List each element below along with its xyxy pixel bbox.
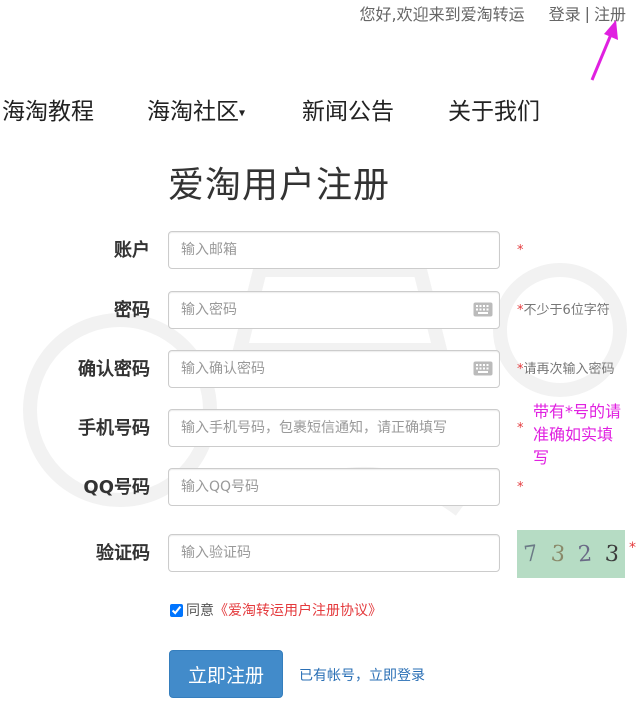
agreement: 同意 《爱淘转运用户注册协议》: [170, 600, 382, 620]
confirm-password-hint: *请再次输入密码: [517, 362, 615, 377]
password-hint: *不少于6位字符: [517, 303, 610, 318]
agree-label: 同意: [186, 603, 214, 619]
nav-item-news[interactable]: 新闻公告: [302, 92, 394, 126]
qq-input-box: [168, 468, 500, 506]
qq-label: QQ号码: [83, 477, 150, 498]
nav-item-community-label: 海淘社区: [147, 99, 239, 125]
login-link[interactable]: 已有帐号，立即登录: [299, 665, 425, 685]
password-row: 密码 *不少于6位字符: [0, 291, 640, 331]
register-button[interactable]: 立即注册: [169, 650, 283, 698]
confirm-password-field[interactable]: [169, 351, 499, 387]
account-input-box: [168, 231, 500, 269]
annotation-arrow: [590, 20, 618, 81]
account-row: 账户 *: [0, 231, 640, 271]
chevron-down-icon: ▾: [239, 105, 246, 120]
captcha-digit: 3: [603, 540, 620, 568]
keyboard-icon[interactable]: [473, 302, 493, 317]
phone-input-box: [168, 409, 500, 447]
qq-row: QQ号码 *: [0, 468, 640, 508]
agree-checkbox[interactable]: [170, 603, 183, 617]
captcha-field[interactable]: [169, 535, 499, 571]
nav-item-about[interactable]: 关于我们: [448, 92, 540, 126]
password-input-box: [168, 291, 500, 329]
captcha-image[interactable]: 7 3 2 3: [517, 530, 625, 578]
phone-field[interactable]: [169, 410, 499, 446]
captcha-input-box: [168, 534, 500, 572]
qq-required-mark: *: [517, 480, 524, 495]
account-required-mark: *: [517, 243, 524, 258]
page-title: 爱淘用户注册: [168, 165, 391, 206]
phone-required-mark: *: [517, 421, 524, 436]
nav-item-community[interactable]: 海淘社区▾: [147, 92, 245, 126]
keyboard-icon[interactable]: [473, 361, 493, 376]
qq-field[interactable]: [169, 469, 499, 505]
confirm-row: 确认密码 *请再次输入密码: [0, 350, 640, 390]
password-field[interactable]: [169, 292, 499, 328]
captcha-label: 验证码: [96, 543, 150, 564]
welcome-text: 您好,欢迎来到爱淘转运: [359, 5, 525, 24]
email-field[interactable]: [169, 232, 499, 268]
captcha-required-mark: *: [629, 540, 636, 556]
required-note: 带有*号的请准确如实填写: [533, 402, 622, 467]
phone-label: 手机号码: [78, 418, 150, 439]
nav-item-tutorial[interactable]: 海淘教程: [2, 92, 94, 126]
password-label: 密码: [114, 300, 150, 321]
protocol-link[interactable]: 《爱淘转运用户注册协议》: [214, 600, 382, 620]
confirm-input-box: [168, 350, 500, 388]
account-label: 账户: [114, 240, 150, 261]
captcha-digit: 7: [521, 540, 540, 568]
captcha-digit: 2: [576, 541, 593, 567]
captcha-digit: 3: [549, 540, 566, 568]
login-link-top[interactable]: 登录: [549, 1, 581, 25]
confirm-password-label: 确认密码: [78, 359, 150, 380]
